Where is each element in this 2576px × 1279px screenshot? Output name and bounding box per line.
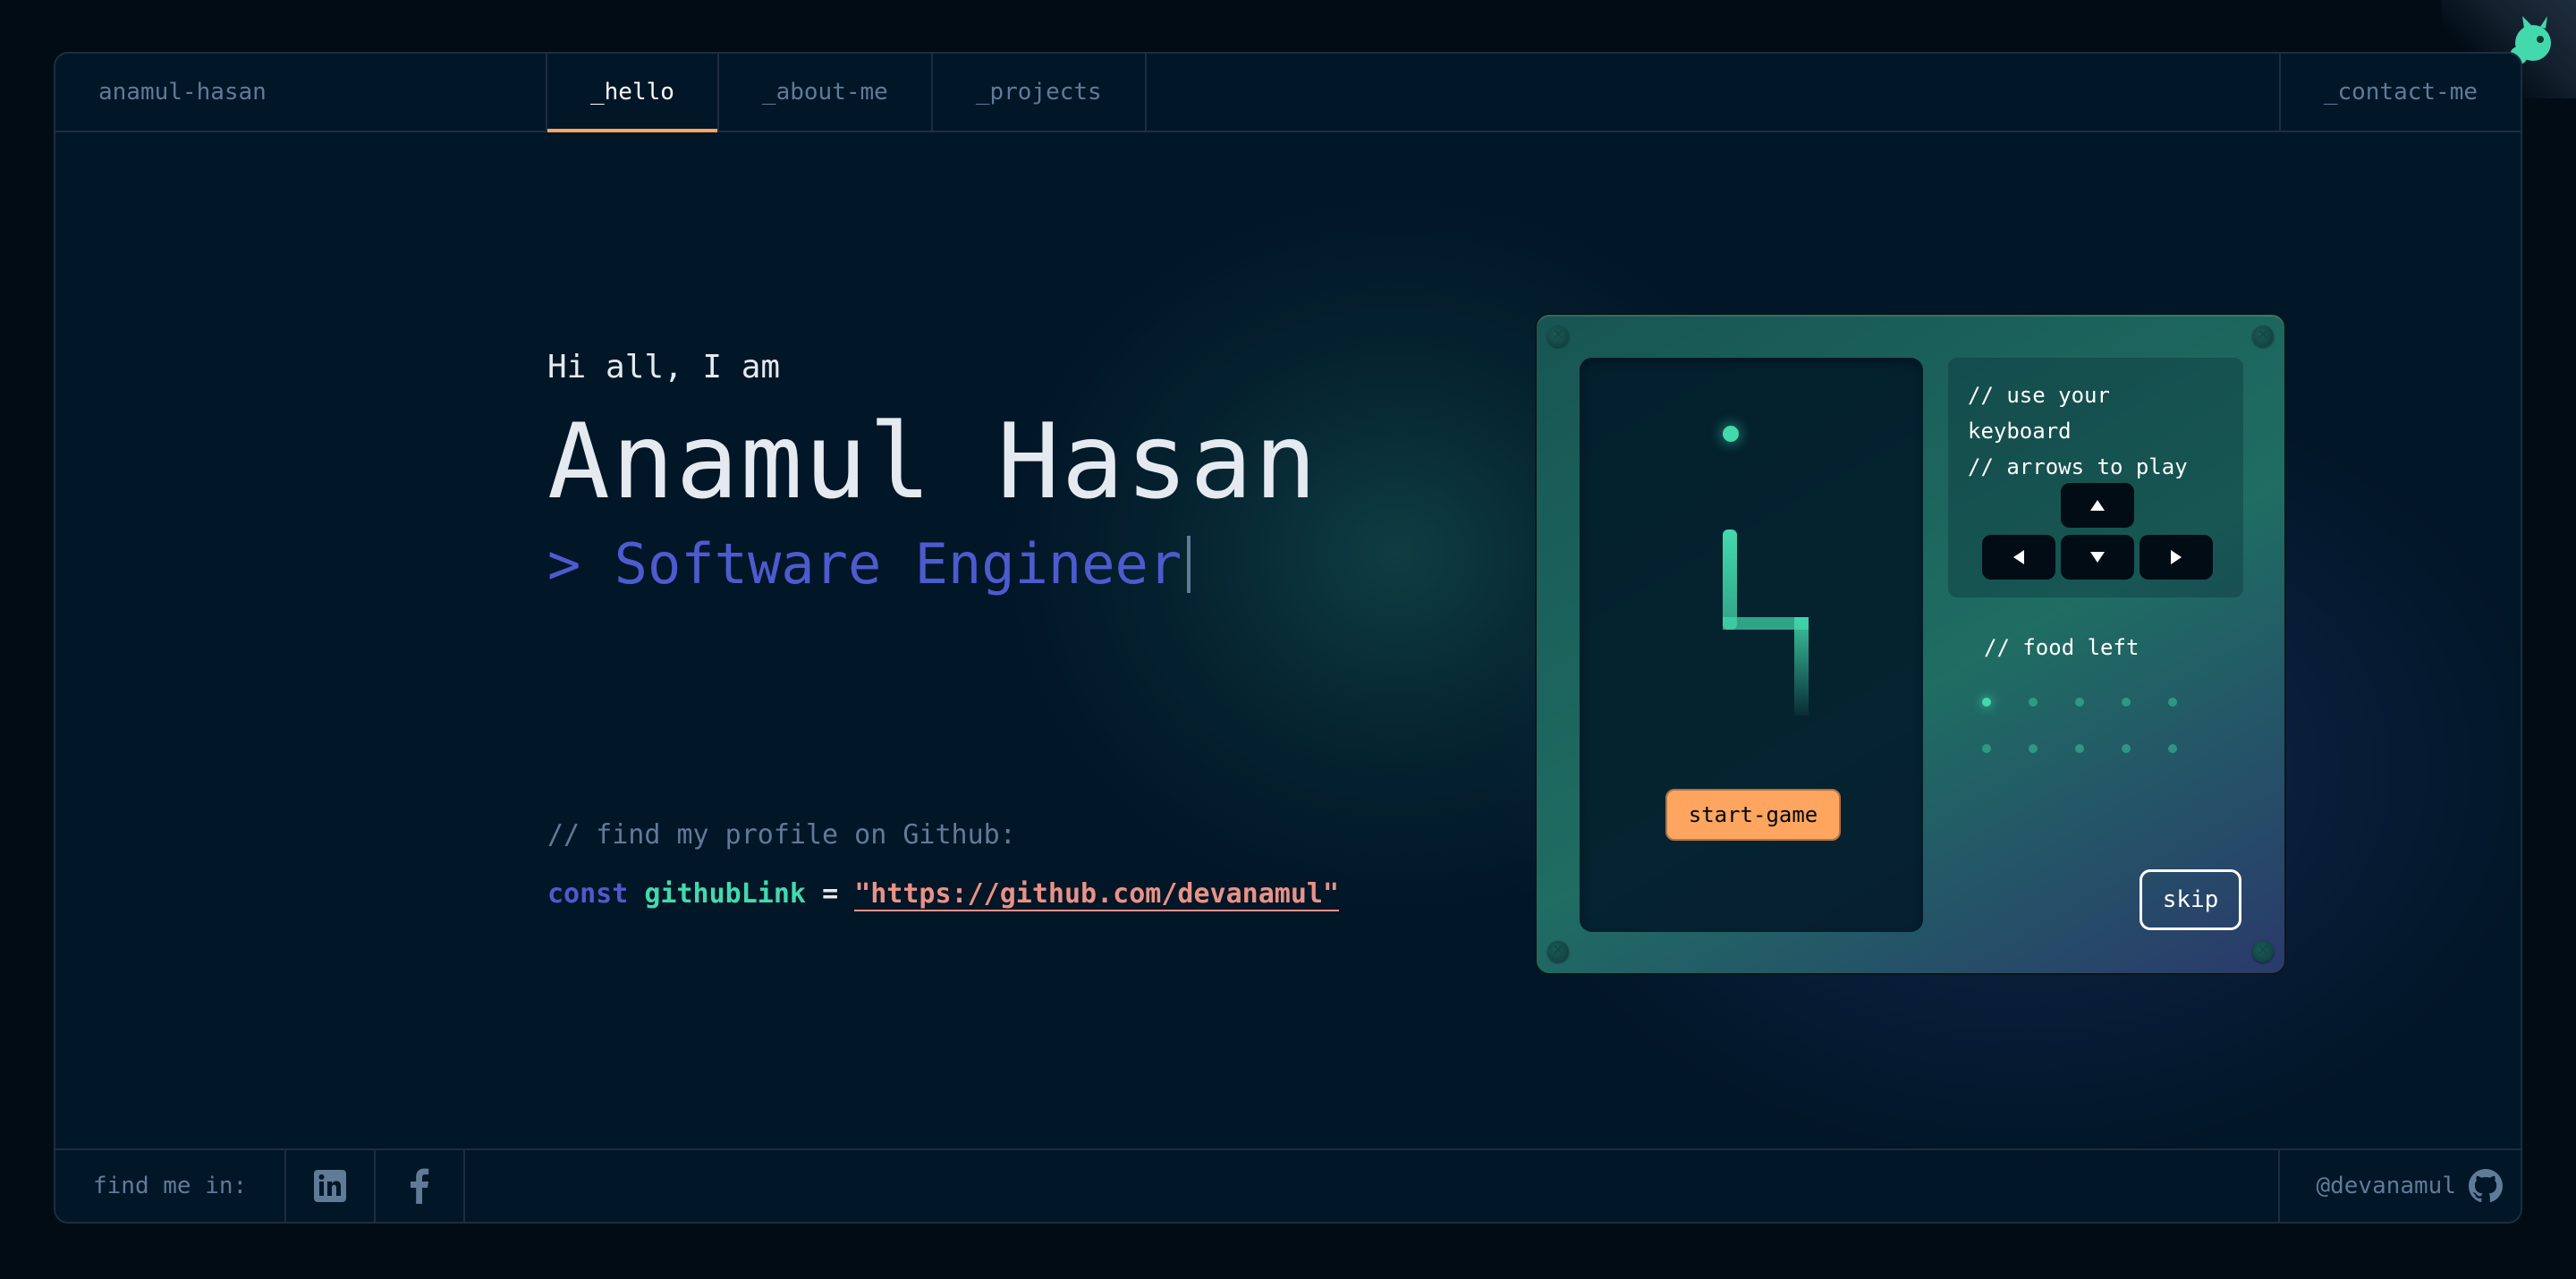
find-me-label: find me in: bbox=[55, 1150, 287, 1222]
hero-section: Hi all, I am Anamul Hasan > Software Eng… bbox=[547, 349, 1318, 597]
code-keyword: const bbox=[547, 878, 629, 910]
food-counter-dot bbox=[2118, 694, 2134, 710]
game-screen[interactable]: start-game bbox=[1580, 358, 1923, 932]
github-code-line: const githubLink = "https://github.com/d… bbox=[547, 878, 1340, 911]
name-heading: Anamul Hasan bbox=[547, 402, 1319, 522]
role-text: > Software Engineer bbox=[547, 531, 1182, 597]
tab-hello[interactable]: _hello bbox=[547, 54, 719, 132]
arrow-up-icon bbox=[2090, 500, 2105, 511]
code-variable: githubLink bbox=[644, 878, 806, 910]
food-counter-dot bbox=[2025, 741, 2041, 757]
github-handle: @devanamul bbox=[2316, 1173, 2456, 1199]
top-nav: anamul-hasan _hello _about-me _projects … bbox=[55, 54, 2521, 132]
github-icon bbox=[2469, 1169, 2503, 1203]
tab-about-me[interactable]: _about-me bbox=[719, 54, 933, 131]
linkedin-link[interactable] bbox=[286, 1150, 377, 1222]
food-counter-dot bbox=[2072, 694, 2088, 710]
tab-hello-label: _hello bbox=[590, 79, 674, 106]
tab-contact-me-label: _contact-me bbox=[2323, 79, 2478, 106]
food-counter-dot bbox=[2072, 741, 2088, 757]
facebook-icon bbox=[411, 1168, 429, 1204]
facebook-link[interactable] bbox=[376, 1150, 466, 1222]
footer: find me in: @devanamul bbox=[55, 1148, 2521, 1222]
start-game-button[interactable]: start-game bbox=[1665, 789, 1841, 841]
typing-caret bbox=[1187, 535, 1191, 593]
screw-icon bbox=[1547, 938, 1569, 962]
food-counter-dot bbox=[2165, 694, 2181, 710]
github-link[interactable]: "https://github.com/devanamul" bbox=[854, 878, 1340, 911]
food-counter bbox=[1979, 694, 2193, 757]
food-counter-dot bbox=[2025, 694, 2041, 710]
screw-icon bbox=[2252, 323, 2274, 347]
tab-contact-me[interactable]: _contact-me bbox=[2278, 54, 2521, 131]
arrow-right-button[interactable] bbox=[2140, 535, 2213, 580]
food-left-label: // food left bbox=[1984, 635, 2140, 660]
snake-game-board: start-game // use your keyboard // arrow… bbox=[1535, 313, 2286, 975]
tab-projects-label: _projects bbox=[975, 79, 1102, 106]
brand-name[interactable]: anamul-hasan bbox=[55, 54, 547, 131]
footer-spacer bbox=[465, 1150, 2278, 1222]
role-line: > Software Engineer bbox=[547, 531, 1318, 597]
github-comment: // find my profile on Github: bbox=[547, 819, 1016, 851]
instructions-line-2: // arrows to play bbox=[1968, 454, 2188, 479]
portfolio-window: anamul-hasan _hello _about-me _projects … bbox=[54, 52, 2522, 1224]
instructions-line-1: // use your keyboard bbox=[1968, 383, 2110, 444]
food-counter-dot bbox=[2165, 741, 2181, 757]
linkedin-icon bbox=[314, 1170, 347, 1202]
code-equals: = bbox=[822, 878, 839, 910]
arrow-down-icon bbox=[2090, 552, 2105, 563]
food-counter-dot bbox=[2118, 741, 2134, 757]
arrow-left-button[interactable] bbox=[1982, 535, 2055, 580]
tab-projects[interactable]: _projects bbox=[933, 54, 1147, 131]
screw-icon bbox=[2252, 938, 2274, 962]
arrow-right-icon bbox=[2171, 550, 2182, 564]
skip-button[interactable]: skip bbox=[2140, 869, 2241, 930]
github-handle-link[interactable]: @devanamul bbox=[2278, 1150, 2521, 1222]
instructions-panel: // use your keyboard // arrows to play bbox=[1948, 358, 2243, 597]
food-counter-dot bbox=[1979, 694, 1995, 710]
arrow-up-button[interactable] bbox=[2061, 483, 2134, 528]
tab-about-me-label: _about-me bbox=[761, 79, 888, 106]
food-counter-dot bbox=[1979, 741, 1995, 757]
arrow-down-button[interactable] bbox=[2061, 535, 2134, 580]
screw-icon bbox=[1547, 323, 1569, 347]
arrow-left-icon bbox=[2013, 550, 2024, 564]
snake bbox=[1723, 529, 1809, 716]
greeting-text: Hi all, I am bbox=[547, 349, 781, 385]
